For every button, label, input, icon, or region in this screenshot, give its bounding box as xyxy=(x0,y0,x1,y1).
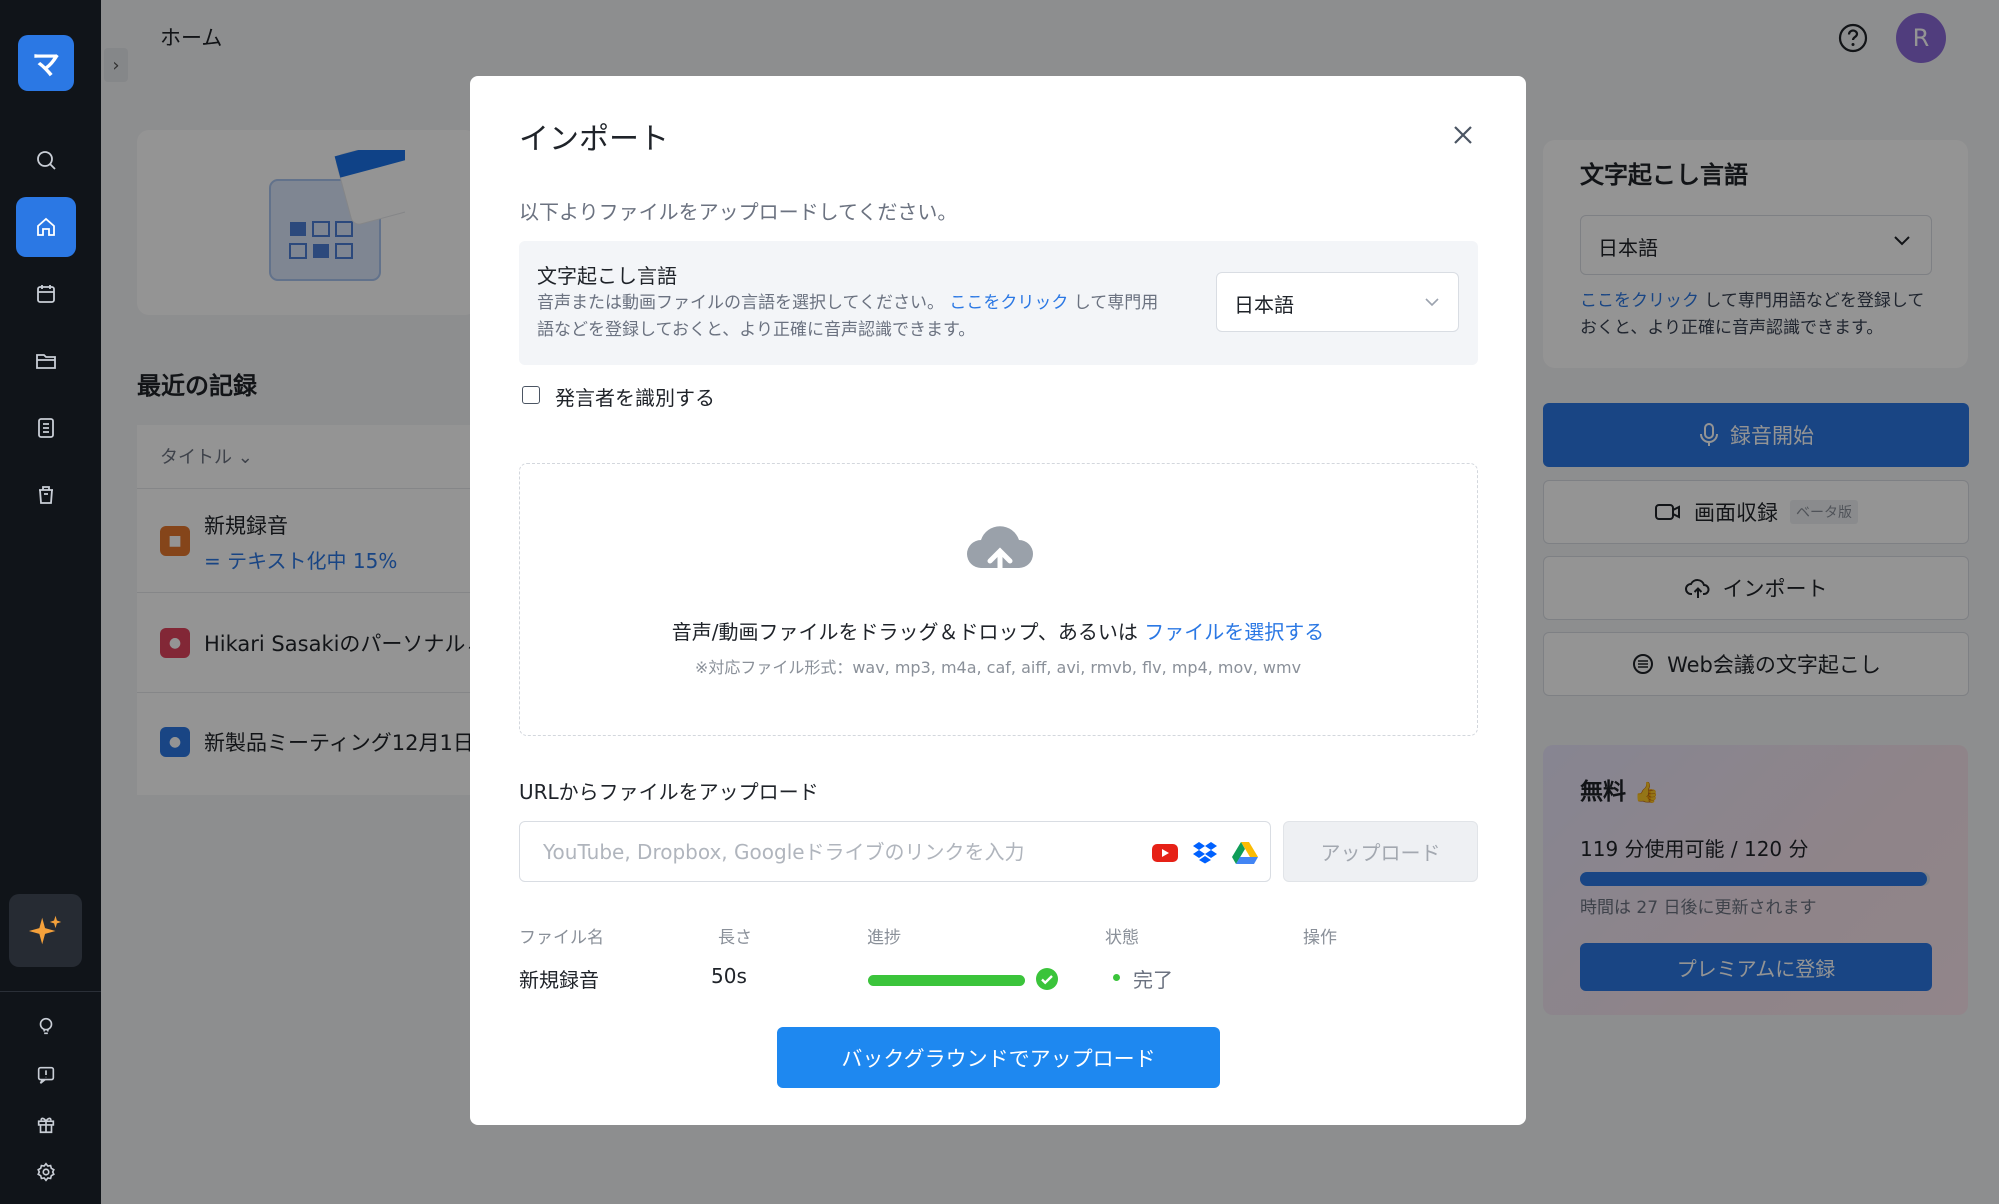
home-icon[interactable] xyxy=(16,197,76,257)
import-dialog: インポート 以下よりファイルをアップロードしてください。 文字起こし言語 音声ま… xyxy=(470,76,1526,1125)
trash-icon[interactable] xyxy=(16,465,76,525)
language-desc-text: 音声または動画ファイルの言語を選択してください。 xyxy=(537,293,944,313)
drop-zone-text: 音声/動画ファイルをドラッグ＆ドロップ、あるいは ファイルを選択する xyxy=(470,616,1526,645)
folder-icon[interactable] xyxy=(16,331,76,391)
check-circle-icon xyxy=(1036,968,1058,990)
select-file-link[interactable]: ファイルを選択する xyxy=(1144,620,1324,644)
calendar-icon[interactable] xyxy=(16,264,76,324)
chevron-down-icon xyxy=(1425,298,1439,307)
column-header-length: 長さ xyxy=(718,928,752,948)
lightbulb-icon[interactable] xyxy=(26,1006,66,1046)
document-icon[interactable] xyxy=(16,398,76,458)
status-dot xyxy=(1113,974,1120,981)
sparkle-icon xyxy=(28,915,61,944)
supported-formats: ※対応ファイル形式：wav, mp3, m4a, caf, aiff, avi,… xyxy=(694,658,1302,677)
close-icon[interactable] xyxy=(1448,120,1478,150)
language-select-value: 日本語 xyxy=(1234,293,1294,317)
dropbox-icon xyxy=(1193,842,1217,864)
feedback-icon[interactable] xyxy=(26,1055,66,1095)
gift-icon[interactable] xyxy=(26,1104,66,1144)
file-drop-zone[interactable] xyxy=(519,463,1478,736)
cloud-upload-icon xyxy=(967,526,1033,584)
file-name-cell: 新規録音 xyxy=(519,968,599,992)
upload-button[interactable]: アップロード xyxy=(1283,821,1478,882)
app-logo[interactable]: マ xyxy=(18,35,74,91)
search-icon[interactable] xyxy=(16,130,76,190)
google-drive-icon xyxy=(1232,842,1258,864)
drop-zone-instruction: 音声/動画ファイルをドラッグ＆ドロップ、あるいは xyxy=(671,620,1138,644)
upload-progress-bar xyxy=(868,975,1025,986)
url-upload-title: URLからファイルをアップロード xyxy=(519,780,819,804)
column-header-action: 操作 xyxy=(1303,928,1337,948)
column-header-progress: 進捗 xyxy=(867,928,901,948)
column-header-filename: ファイル名 xyxy=(519,928,604,948)
language-section-desc: 音声または動画ファイルの言語を選択してください。 ここをクリック して専門用語な… xyxy=(537,290,1172,344)
dialog-title: インポート xyxy=(519,122,669,157)
status-badge: 完了 xyxy=(1133,968,1173,992)
language-section-title: 文字起こし言語 xyxy=(537,264,677,288)
upload-progress-fill xyxy=(868,975,1025,986)
file-length-cell: 50s xyxy=(711,964,747,988)
dialog-subtitle: 以下よりファイルをアップロードしてください。 xyxy=(519,200,958,224)
settings-icon[interactable] xyxy=(26,1152,66,1192)
sidebar-divider xyxy=(0,991,101,992)
speaker-identification-label[interactable]: 発言者を識別する xyxy=(555,382,715,411)
terminology-link[interactable]: ここをクリック xyxy=(949,293,1068,313)
background-upload-button[interactable]: バックグラウンドでアップロード xyxy=(777,1027,1220,1088)
column-header-status: 状態 xyxy=(1105,928,1139,948)
ai-assistant-button[interactable] xyxy=(9,894,82,967)
sidebar: マ xyxy=(0,0,101,1204)
youtube-icon xyxy=(1152,844,1178,862)
speaker-identification-checkbox[interactable] xyxy=(522,386,540,404)
